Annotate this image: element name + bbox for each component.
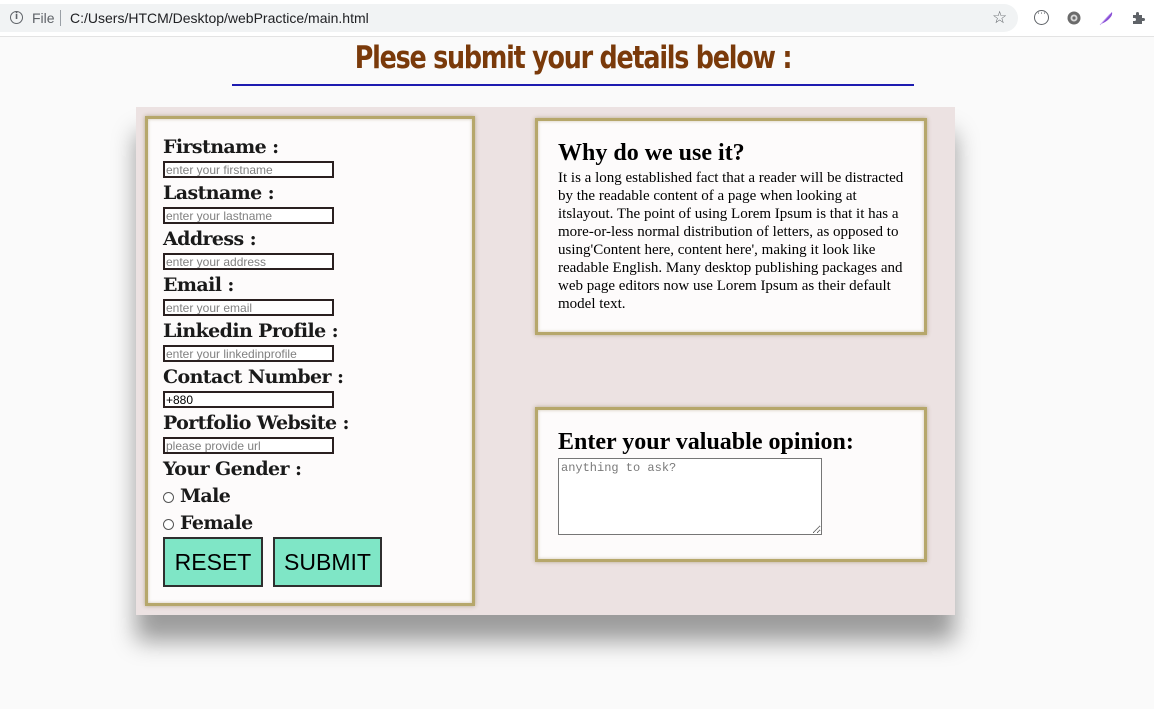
portfolio-input[interactable] <box>163 437 334 454</box>
male-radio[interactable] <box>163 492 174 503</box>
submit-button[interactable]: SUBMIT <box>273 537 382 587</box>
extension-feather-icon[interactable] <box>1098 10 1114 26</box>
contact-number-input[interactable] <box>163 391 334 408</box>
lastname-input[interactable] <box>163 207 334 224</box>
male-label: Male <box>180 485 231 507</box>
info-icon[interactable]: i <box>10 11 23 24</box>
opinion-textarea[interactable] <box>558 458 822 535</box>
address-label: Address : <box>163 228 257 250</box>
lastname-label: Lastname : <box>163 182 275 204</box>
female-radio[interactable] <box>163 519 174 530</box>
address-separator <box>60 10 61 26</box>
heading-underline <box>232 84 914 86</box>
page-title: Plese submit your details below : <box>354 40 793 76</box>
reset-button[interactable]: RESET <box>163 537 263 587</box>
female-label: Female <box>180 512 253 534</box>
email-label: Email : <box>163 274 234 296</box>
linkedin-label: Linkedin Profile : <box>163 320 339 342</box>
extension-gear-icon[interactable] <box>1066 10 1082 26</box>
portfolio-label: Portfolio Website : <box>163 412 350 434</box>
extension-loop-icon[interactable]: ⋯ <box>1034 9 1049 25</box>
opinion-title: Enter your valuable opinion: <box>558 429 854 455</box>
extensions-puzzle-icon[interactable] <box>1130 10 1146 26</box>
address-bar[interactable]: i File C:/Users/HTCM/Desktop/webPractice… <box>0 4 1018 32</box>
linkedin-input[interactable] <box>163 345 334 362</box>
contact-number-label: Contact Number : <box>163 366 344 388</box>
file-label: File <box>32 10 55 26</box>
firstname-label: Firstname : <box>163 136 279 158</box>
star-icon[interactable]: ☆ <box>992 8 1007 28</box>
info-text: It is a long established fact that a rea… <box>558 170 904 312</box>
firstname-input[interactable] <box>163 161 334 178</box>
browser-toolbar: i File C:/Users/HTCM/Desktop/webPractice… <box>0 0 1154 37</box>
url-text[interactable]: C:/Users/HTCM/Desktop/webPractice/main.h… <box>70 10 369 26</box>
gender-label: Your Gender : <box>163 458 302 480</box>
email-input[interactable] <box>163 299 334 316</box>
address-input[interactable] <box>163 253 334 270</box>
info-title: Why do we use it? <box>558 140 745 166</box>
